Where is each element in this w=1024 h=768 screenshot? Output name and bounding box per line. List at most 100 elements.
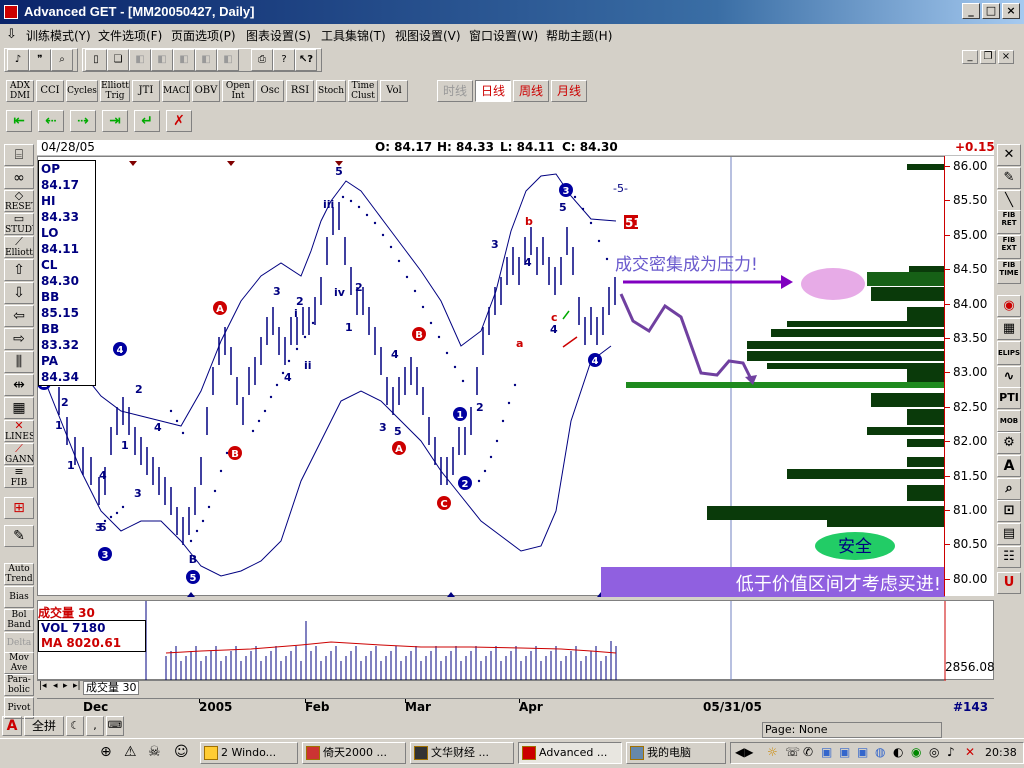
task-windows-explorer[interactable]: 2 Windo... [200,742,298,764]
tray-h-icon[interactable]: ◐ [893,745,903,759]
bias-button[interactable]: Bias [4,586,34,608]
quicklaunch-a-icon[interactable]: ⊕ [100,744,112,760]
indicator-rsi[interactable]: RSI [286,80,314,102]
target-icon[interactable]: ◉ [997,295,1021,317]
line-tool-icon[interactable]: ╲ [997,190,1021,212]
pattern-icon[interactable]: ∞ [4,167,34,189]
doc-close-button[interactable]: × [998,50,1014,64]
quicklaunch-c-icon[interactable]: ☠ [148,744,161,760]
elips-button[interactable]: ELIPS [997,341,1021,365]
mob-button[interactable]: MOB [997,410,1021,432]
context-help-icon[interactable]: ↖? [295,49,317,71]
menu-train[interactable]: 训练模式(Y) [26,27,91,44]
task-advanced-get[interactable]: Advanced ... [518,742,622,764]
text-a-button[interactable]: A [2,716,22,736]
task-yitian[interactable]: 倚天2000 ... [302,742,406,764]
tab-scroll-next-icon[interactable]: ▸ [63,681,68,691]
delta-button[interactable]: Delta [4,632,34,654]
cross-icon[interactable]: ✕ [997,144,1021,166]
disabled-d-icon[interactable]: ◧ [195,49,217,71]
indicator-jti[interactable]: JTI [132,80,160,102]
new-file-icon[interactable]: ▯ [85,49,107,71]
indicator-cci[interactable]: CCI [36,80,64,102]
return-icon[interactable]: ↵ [134,110,160,132]
prev-bar-icon[interactable]: ⇠ [38,110,64,132]
moon-icon[interactable]: ☾ [66,716,84,736]
arrow-left-icon[interactable]: ⇦ [4,305,34,327]
menu-tools[interactable]: 工具集锦(T) [321,27,386,44]
fib-ret-button[interactable]: FIB RET [997,210,1021,234]
indicator-obv[interactable]: OBV [192,80,220,102]
auto-trend-button[interactable]: Auto Trend [4,563,34,585]
compare-icon[interactable]: ⇹ [4,374,34,396]
disabled-e-icon[interactable]: ◧ [217,49,239,71]
open-folder-icon[interactable]: ⌸ [4,144,34,166]
menu-view[interactable]: 视图设置(V) [395,27,461,44]
delete-icon[interactable]: ✗ [166,110,192,132]
quicklaunch-b-icon[interactable]: ⚠ [124,744,137,760]
fib-ext-button[interactable]: FIB EXT [997,235,1021,259]
indicator-adx-dmi[interactable]: ADX DMI [6,80,34,102]
print-icon[interactable]: ⎙ [251,49,273,71]
lines-button[interactable]: ✕ LINES [4,420,34,442]
table-icon[interactable]: ▦ [997,318,1021,340]
indicator-vol[interactable]: Vol [380,80,408,102]
indicator-cycles[interactable]: Cycles [66,80,98,102]
tray-b-icon[interactable]: ☏ [785,745,800,759]
tray-c-icon[interactable]: ✆ [803,745,813,759]
fib-button[interactable]: ≡ FIB [4,466,34,488]
volume-icon[interactable]: ♪ [947,745,955,759]
doc-icon[interactable]: ⇩ [6,27,17,42]
calc-icon[interactable]: ⊞ [4,497,34,519]
arrow-right-icon[interactable]: ⇨ [4,328,34,350]
task-wenhua[interactable]: 文华财经 ... [410,742,514,764]
indicator-osc[interactable]: Osc [256,80,284,102]
indicator-elliott-trig[interactable]: Elliott Trig [100,80,130,102]
magnet-icon[interactable]: U [997,572,1021,594]
menu-help[interactable]: 帮助主题(H) [546,27,612,44]
parabolic-button[interactable]: Para-bolic [4,674,34,696]
close-button[interactable]: × [1002,3,1020,19]
disabled-c-icon[interactable]: ◧ [173,49,195,71]
tray-j-icon[interactable]: ◎ [929,745,939,759]
fib-time-button[interactable]: FIB TIME [997,260,1021,284]
magnifier-icon[interactable]: ⌕ [997,478,1021,500]
cursor-icon[interactable]: ♪ [7,49,29,71]
punct-icon[interactable]: , [86,716,104,736]
menu-chart[interactable]: 图表设置(S) [246,27,311,44]
disabled-a-icon[interactable]: ◧ [129,49,151,71]
tray-i-icon[interactable]: ◉ [911,745,921,759]
input-method-button[interactable]: 全拼 [24,716,64,736]
copy-icon[interactable]: ❏ [107,49,129,71]
menu-file[interactable]: 文件选项(F) [98,27,162,44]
tray-d-icon[interactable]: ▣ [821,745,832,759]
tray-g-icon[interactable]: ◍ [875,745,885,759]
disabled-b-icon[interactable]: ◧ [151,49,173,71]
help-icon[interactable]: ? [273,49,295,71]
last-bar-icon[interactable]: ⇥ [102,110,128,132]
tab-scroll-prev-icon[interactable]: ◂ [53,681,58,691]
frame-icon[interactable]: ⊡ [997,500,1021,522]
indicator-stoch[interactable]: Stoch [316,80,346,102]
doc-restore-button[interactable]: ❐ [980,50,996,64]
tab-scroll-right-icon[interactable]: ▸| [73,681,81,691]
period-week-button[interactable]: 周线 [513,80,549,102]
zoom-icon[interactable]: ⌕ [51,49,73,71]
price-chart[interactable]: 2114 352134 3 2 i 4 ii iii iv 2 1 435 3244 5 bc… [37,156,994,597]
tray-a-icon[interactable]: ☼ [767,745,778,759]
menu-page[interactable]: 页面选项(P) [171,27,236,44]
text-tool-button[interactable]: A [997,455,1021,477]
pencil-icon[interactable]: ✎ [997,167,1021,189]
mov-ave-button[interactable]: Mov Ave [4,652,34,674]
bars-icon[interactable]: ⫼ [4,351,34,373]
arrow-down-icon[interactable]: ⇩ [4,282,34,304]
reset-button[interactable]: ◇ RESET [4,190,34,212]
task-my-computer[interactable]: 我的电脑 [626,742,726,764]
indicator-macd[interactable]: MACD [162,80,190,102]
elliott-button[interactable]: ⟋ Elliott [4,236,34,258]
period-day-button[interactable]: 日线 [475,80,511,102]
tab-volume[interactable]: 成交量 30 [83,681,139,695]
tray-f-icon[interactable]: ▣ [857,745,868,759]
keyboard-icon[interactable]: ⌨ [106,716,124,736]
grid-icon[interactable]: ▦ [4,397,34,419]
